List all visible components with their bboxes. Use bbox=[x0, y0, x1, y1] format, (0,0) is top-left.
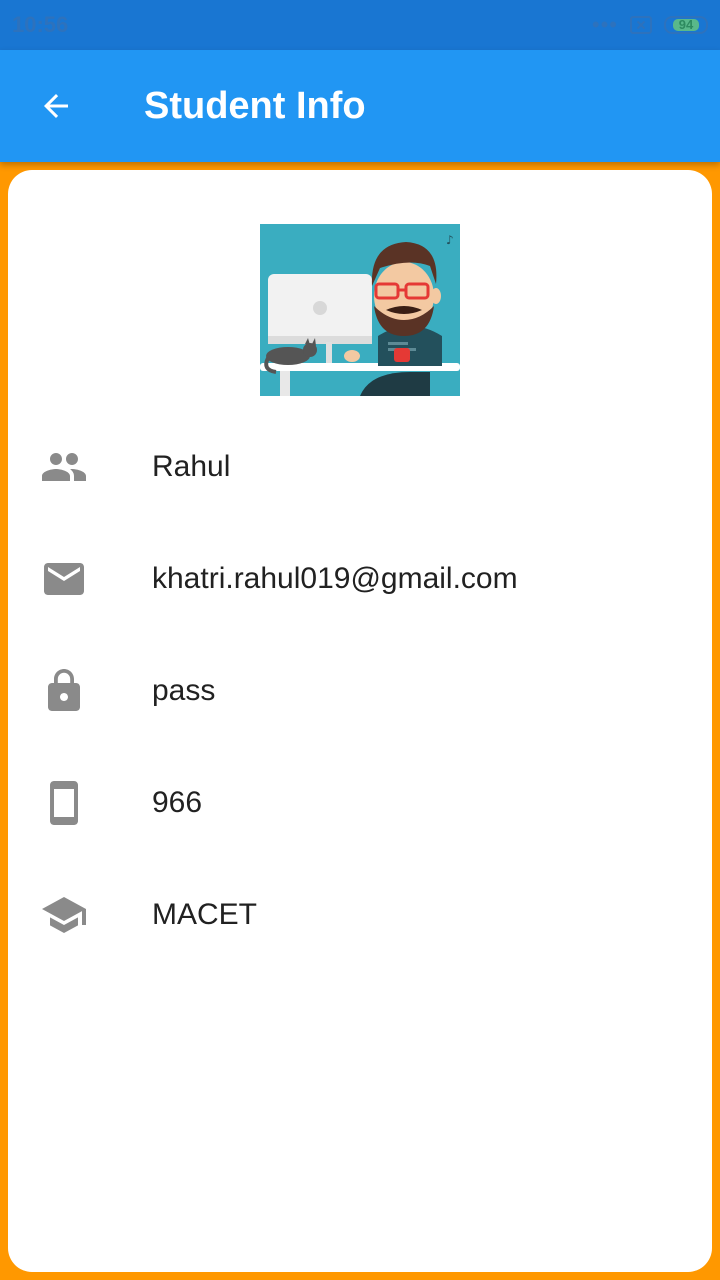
email-row: khatri.rahul019@gmail.com bbox=[8, 544, 712, 614]
college-row: MACET bbox=[8, 880, 712, 950]
no-sim-icon bbox=[630, 16, 652, 34]
more-dots-icon: ••• bbox=[591, 12, 618, 37]
avatar: ♪ bbox=[260, 224, 460, 396]
svg-text:♪: ♪ bbox=[446, 233, 454, 247]
student-college: MACET bbox=[152, 898, 257, 931]
student-name: Rahul bbox=[152, 450, 231, 483]
student-password: pass bbox=[152, 674, 216, 707]
status-bar: 10:56 ••• 94 bbox=[0, 0, 720, 50]
status-time: 10:56 bbox=[12, 12, 69, 37]
student-info-card: ♪ Rahul khatri.rahul019@gmail.com pass 9… bbox=[8, 170, 712, 1272]
phone-row: 966 bbox=[8, 768, 712, 838]
lock-icon bbox=[40, 667, 88, 715]
password-row: pass bbox=[8, 656, 712, 726]
people-icon bbox=[40, 443, 88, 491]
page-title: Student Info bbox=[144, 84, 366, 127]
back-arrow-icon[interactable] bbox=[36, 86, 76, 126]
mail-icon bbox=[40, 555, 88, 603]
app-bar: Student Info bbox=[0, 50, 720, 162]
battery-level: 94 bbox=[672, 18, 700, 31]
student-email: khatri.rahul019@gmail.com bbox=[152, 562, 518, 595]
battery-icon: 94 bbox=[664, 16, 708, 34]
smartphone-icon bbox=[40, 779, 88, 827]
school-icon bbox=[40, 891, 88, 939]
status-icons: ••• 94 bbox=[592, 12, 708, 38]
student-phone: 966 bbox=[152, 786, 203, 819]
name-row: Rahul bbox=[8, 432, 712, 502]
